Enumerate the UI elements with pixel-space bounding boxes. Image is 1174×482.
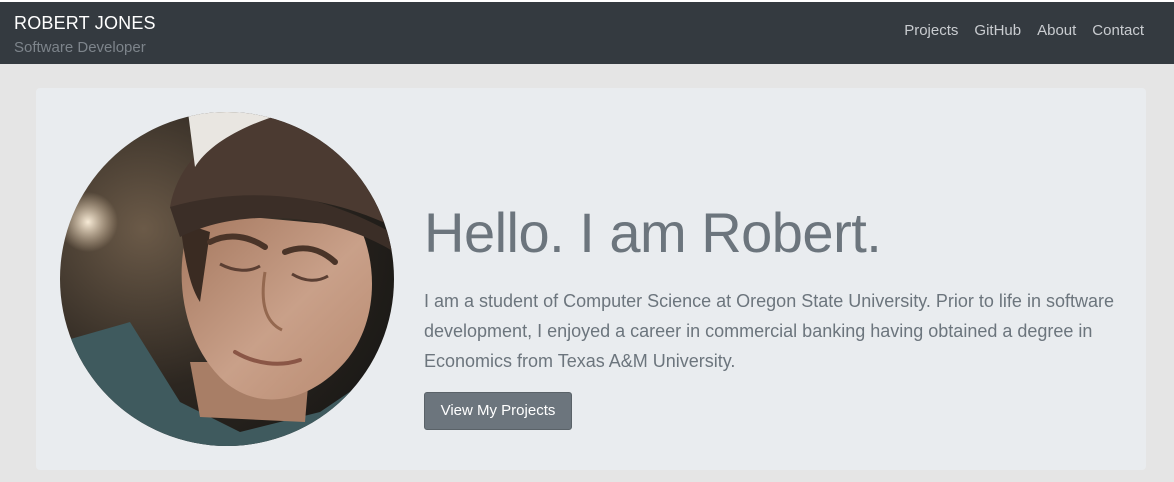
hero-description: I am a student of Computer Science at Or… [424, 291, 1114, 371]
nav-link-about[interactable]: About [1037, 22, 1076, 39]
view-projects-button[interactable]: View My Projects [424, 392, 572, 430]
brand-subtitle: Software Developer [14, 39, 146, 56]
nav-link-contact[interactable]: Contact [1092, 22, 1144, 39]
nav-link-github[interactable]: GitHub [974, 22, 1021, 39]
hero-jumbotron: Hello. I am Robert. I am a student of Co… [36, 88, 1146, 470]
hero-title: Hello. I am Robert. [424, 201, 882, 264]
nav-link-projects[interactable]: Projects [904, 22, 958, 39]
profile-photo [60, 112, 394, 446]
main-nav: Projects GitHub About Contact [904, 22, 1144, 39]
navbar: ROBERT JONES Software Developer Projects… [0, 0, 1174, 64]
brand-name[interactable]: ROBERT JONES [14, 13, 156, 34]
